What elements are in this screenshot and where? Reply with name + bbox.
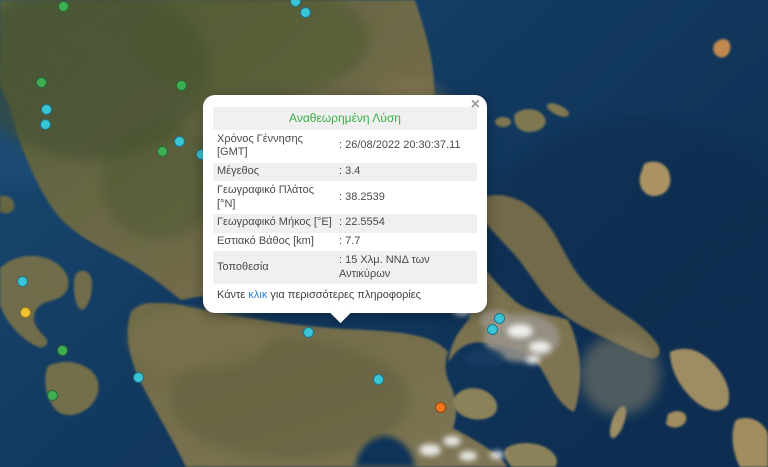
- row-value: : 38.2539: [335, 181, 477, 214]
- earthquake-marker[interactable]: [174, 136, 185, 147]
- row-label: Τοποθεσία: [213, 251, 335, 284]
- more-info-link[interactable]: κλικ: [248, 289, 267, 301]
- row-value: : 22.5554: [335, 214, 477, 233]
- earthquake-marker[interactable]: [435, 402, 446, 413]
- row-label: Εστιακό Βάθος [km]: [213, 233, 335, 252]
- earthquake-marker[interactable]: [303, 327, 314, 338]
- row-label: Μέγεθος: [213, 163, 335, 182]
- map-application: × Αναθεωρημένη Λύση Χρόνος Γέννησης [GMT…: [0, 0, 768, 467]
- earthquake-marker[interactable]: [47, 390, 58, 401]
- earthquake-marker[interactable]: [176, 80, 187, 91]
- event-details-table: Χρόνος Γέννησης [GMT]: 26/08/2022 20:30:…: [213, 130, 477, 284]
- row-value: : 26/08/2022 20:30:37.11: [335, 130, 477, 163]
- row-value: : 15 Χλμ. ΝΝΔ των Αντικύρων: [335, 251, 477, 284]
- earthquake-marker[interactable]: [300, 7, 311, 18]
- earthquake-marker[interactable]: [17, 276, 28, 287]
- row-value: : 3.4: [335, 163, 477, 182]
- close-icon[interactable]: ×: [471, 97, 480, 113]
- earthquake-marker[interactable]: [41, 104, 52, 115]
- earthquake-marker[interactable]: [157, 146, 168, 157]
- row-label: Γεωγραφικό Πλάτος [°N]: [213, 181, 335, 214]
- row-value: : 7.7: [335, 233, 477, 252]
- popup-footer: Κάντε κλικ για περισσότερες πληροφορίες: [213, 284, 477, 305]
- earthquake-marker[interactable]: [36, 77, 47, 88]
- earthquake-marker[interactable]: [57, 345, 68, 356]
- earthquake-marker[interactable]: [290, 0, 301, 7]
- table-row: Γεωγραφικό Πλάτος [°N]: 38.2539: [213, 181, 477, 214]
- earthquake-marker[interactable]: [133, 372, 144, 383]
- earthquake-popup: × Αναθεωρημένη Λύση Χρόνος Γέννησης [GMT…: [203, 95, 487, 313]
- row-label: Χρόνος Γέννησης [GMT]: [213, 130, 335, 163]
- table-row: Γεωγραφικό Μήκος [°E]: 22.5554: [213, 214, 477, 233]
- table-row: Χρόνος Γέννησης [GMT]: 26/08/2022 20:30:…: [213, 130, 477, 163]
- footer-text: για περισσότερες πληροφορίες: [267, 289, 421, 301]
- popup-title: Αναθεωρημένη Λύση: [213, 107, 477, 130]
- table-row: Εστιακό Βάθος [km]: 7.7: [213, 233, 477, 252]
- earthquake-marker[interactable]: [494, 313, 505, 324]
- earthquake-marker[interactable]: [20, 307, 31, 318]
- footer-text: Κάντε: [217, 289, 248, 301]
- earthquake-marker[interactable]: [373, 374, 384, 385]
- earthquake-marker[interactable]: [487, 324, 498, 335]
- earthquake-marker[interactable]: [58, 1, 69, 12]
- table-row: Μέγεθος: 3.4: [213, 163, 477, 182]
- earthquake-marker[interactable]: [40, 119, 51, 130]
- table-row: Τοποθεσία: 15 Χλμ. ΝΝΔ των Αντικύρων: [213, 251, 477, 284]
- row-label: Γεωγραφικό Μήκος [°E]: [213, 214, 335, 233]
